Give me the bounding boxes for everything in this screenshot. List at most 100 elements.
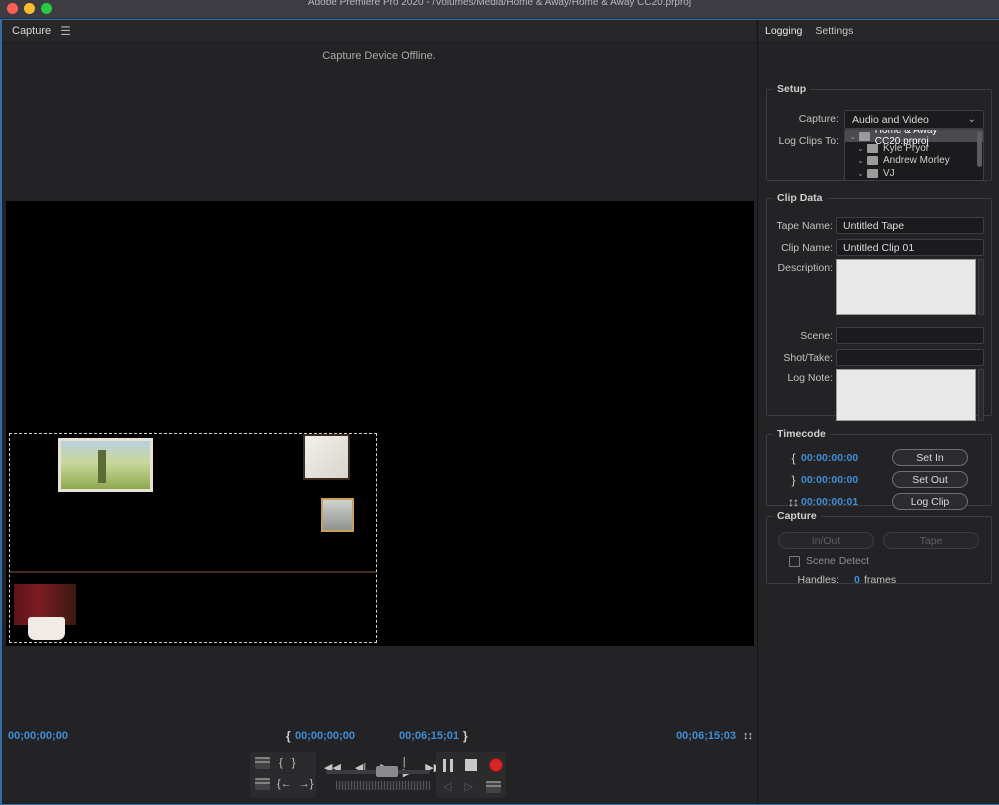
scene-label: Scene: bbox=[800, 330, 833, 342]
folder-icon bbox=[867, 143, 878, 153]
setup-group-title: Setup bbox=[777, 83, 807, 95]
logging-tab-bar: Logging Settings bbox=[758, 20, 999, 43]
chevron-down-icon: ⌄ bbox=[967, 114, 976, 125]
capture-tape-button[interactable]: Tape bbox=[883, 532, 979, 549]
timecode-out-row: } 00:00:00:00 bbox=[785, 473, 858, 487]
capture-group-title: Capture bbox=[777, 510, 817, 522]
clip-data-group-title: Clip Data bbox=[777, 192, 823, 204]
frames-label: frames bbox=[864, 574, 897, 586]
set-out-marker-button[interactable] bbox=[255, 778, 270, 790]
capture-field-label: Capture: bbox=[798, 113, 839, 125]
timecode-in-value[interactable]: 00:00:00:00 bbox=[801, 452, 858, 464]
slow-reverse-button[interactable]: ◁ bbox=[443, 781, 451, 793]
clip-name-label: Clip Name: bbox=[781, 242, 833, 254]
tree-item-bin[interactable]: ⌄ Reece Milas bbox=[845, 179, 983, 181]
video-still-image bbox=[10, 434, 376, 642]
clip-data-group: Clip Data Tape Name: Untitled Tape Clip … bbox=[766, 192, 992, 421]
pause-button[interactable] bbox=[443, 758, 453, 772]
clip-name-input[interactable]: Untitled Clip 01 bbox=[836, 239, 984, 256]
mark-in-button[interactable]: { bbox=[279, 757, 283, 769]
out-point-timecode[interactable]: 00;06;15;03 bbox=[676, 730, 736, 742]
record-button[interactable] bbox=[489, 758, 503, 772]
log-clips-to-label: Log Clips To: bbox=[778, 135, 839, 147]
capture-monitor[interactable] bbox=[6, 201, 754, 646]
timecode-duration-value[interactable]: 00:00:00:01 bbox=[801, 496, 858, 508]
marker-button-group: { } {← →} bbox=[250, 752, 316, 798]
log-note-label: Log Note: bbox=[787, 372, 833, 384]
disclosure-triangle-icon[interactable]: ⌄ bbox=[854, 169, 867, 178]
goto-in-button[interactable]: {← bbox=[277, 778, 292, 790]
tree-item-project[interactable]: ⌄ Home & Away CC20.prproj bbox=[845, 130, 983, 147]
shuttle-slider-thumb[interactable] bbox=[376, 766, 398, 777]
description-textarea[interactable] bbox=[836, 259, 976, 315]
tree-item-label: Andrew Morley bbox=[883, 155, 950, 167]
log-note-scrollbar[interactable] bbox=[978, 369, 984, 421]
mark-in-brace-icon: { bbox=[286, 729, 291, 743]
coffee-cup bbox=[28, 617, 65, 640]
os-titlebar: Adobe Premiere Pro 2020 - /Volumes/Media… bbox=[0, 0, 999, 19]
wall-artwork-2 bbox=[302, 434, 351, 480]
scene-detect-icon[interactable] bbox=[485, 781, 501, 793]
disclosure-triangle-icon[interactable]: ⌄ bbox=[854, 144, 867, 153]
capture-pane: Capture ☰ Capture Device Offline. 00;00;… bbox=[2, 20, 756, 804]
capture-format-value: Audio and Video bbox=[852, 113, 929, 126]
shot-take-label: Shot/Take: bbox=[783, 352, 833, 364]
tape-name-input[interactable]: Untitled Tape bbox=[836, 217, 984, 234]
shot-take-input[interactable] bbox=[836, 349, 984, 366]
tab-logging[interactable]: Logging bbox=[765, 25, 802, 37]
tape-name-label: Tape Name: bbox=[776, 220, 833, 232]
slow-play-button[interactable]: ▷ bbox=[464, 781, 472, 793]
timecode-group-title: Timecode bbox=[777, 428, 826, 440]
timecode-duration-row: ↕↕ 00:00:00:01 bbox=[785, 495, 858, 509]
setup-group: Setup Capture: Audio and Video ⌄ Log Cli… bbox=[766, 83, 992, 181]
handles-label: Handles: bbox=[797, 574, 839, 586]
timecode-group: Timecode { 00:00:00:00 Set In } 00:00:00… bbox=[766, 428, 992, 510]
in-point-timecode[interactable]: 00;00;00;00 bbox=[295, 730, 355, 742]
log-note-textarea[interactable] bbox=[836, 369, 976, 421]
description-label: Description: bbox=[777, 262, 833, 274]
capture-format-select[interactable]: Audio and Video ⌄ bbox=[844, 110, 984, 129]
in-out-duration-icon: ↕↕ bbox=[743, 730, 753, 742]
disclosure-triangle-icon[interactable]: ⌄ bbox=[847, 132, 859, 141]
duration-timecode[interactable]: 00;06;15;01 bbox=[399, 730, 459, 742]
tree-item-label: Reece Milas bbox=[883, 180, 938, 181]
mark-out-brace-icon: } bbox=[463, 729, 468, 743]
mark-out-button[interactable]: } bbox=[292, 757, 296, 769]
set-in-marker-button[interactable] bbox=[255, 757, 270, 769]
capture-inout-button[interactable]: In/Out bbox=[778, 532, 874, 549]
transport-controls: { } {← →} ◀◀ ◀| ▶ |▶ ▶▶ bbox=[2, 748, 756, 804]
current-timecode[interactable]: 00;00;00;00 bbox=[8, 730, 68, 742]
capture-group: Capture In/Out Tape Scene Detect Handles… bbox=[766, 510, 992, 586]
logging-pane: Logging Settings Setup Capture: Audio an… bbox=[757, 20, 999, 804]
log-clip-button[interactable]: Log Clip bbox=[892, 493, 968, 510]
timecode-in-row: { 00:00:00:00 bbox=[785, 451, 858, 465]
handles-value[interactable]: 0 bbox=[854, 574, 860, 586]
shelf-line bbox=[10, 571, 376, 574]
tree-scrollbar[interactable] bbox=[977, 131, 982, 167]
scene-detect-checkbox[interactable] bbox=[789, 556, 800, 567]
video-preview-frame[interactable] bbox=[9, 433, 377, 643]
jog-wheel[interactable] bbox=[336, 781, 431, 790]
timecode-out-value[interactable]: 00:00:00:00 bbox=[801, 474, 858, 486]
disclosure-triangle-icon[interactable]: ⌄ bbox=[854, 156, 867, 165]
wall-artwork bbox=[57, 438, 153, 493]
os-window-title: Adobe Premiere Pro 2020 - /Volumes/Media… bbox=[307, 0, 692, 8]
tab-settings[interactable]: Settings bbox=[815, 25, 853, 37]
stop-button[interactable] bbox=[465, 759, 477, 771]
step-forward-button[interactable]: |▶ bbox=[403, 757, 411, 779]
duration-icon: ↕↕ bbox=[788, 495, 799, 509]
premiere-capture-window: Capture ☰ Capture Device Offline. 00;00;… bbox=[0, 19, 999, 805]
folder-icon bbox=[867, 168, 878, 178]
log-clips-bin-tree[interactable]: ⌄ Home & Away CC20.prproj ⌄ Kyle Pryor ⌄… bbox=[844, 129, 984, 181]
set-in-button[interactable]: Set In bbox=[892, 449, 968, 466]
mark-out-icon: } bbox=[791, 473, 795, 487]
hamburger-menu-icon[interactable]: ☰ bbox=[60, 25, 71, 37]
tab-capture[interactable]: Capture bbox=[12, 25, 51, 37]
set-out-button[interactable]: Set Out bbox=[892, 471, 968, 488]
goto-out-button[interactable]: →} bbox=[299, 778, 314, 790]
description-scrollbar[interactable] bbox=[978, 259, 984, 315]
tree-item-bin[interactable]: ⌄ VJ bbox=[845, 167, 983, 179]
scene-input[interactable] bbox=[836, 327, 984, 344]
folder-icon bbox=[858, 131, 870, 141]
tree-item-bin[interactable]: ⌄ Andrew Morley bbox=[845, 155, 983, 167]
